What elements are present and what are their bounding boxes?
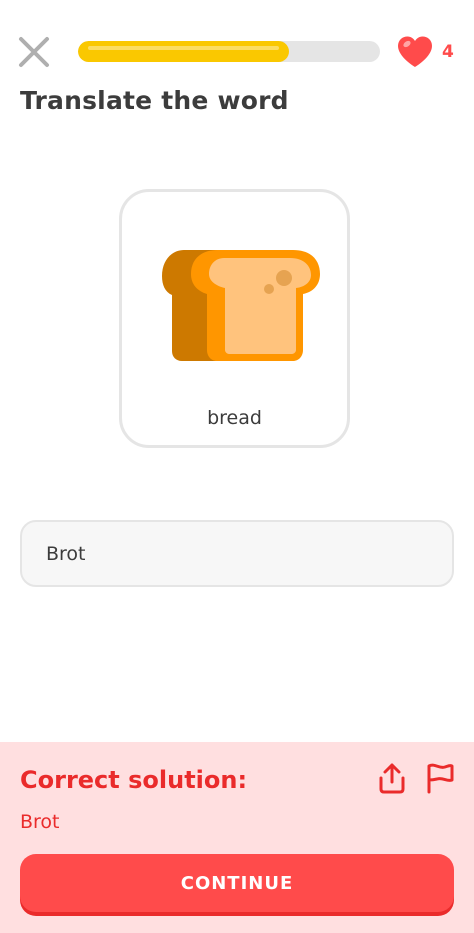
word-card[interactable]: bread [119,189,350,448]
bread-icon [162,250,320,361]
report-button[interactable] [425,762,455,794]
feedback-title: Correct solution: [20,766,248,794]
lesson-progress-bar [78,41,380,62]
flag-icon [427,763,454,794]
hearts-counter[interactable]: 4 [396,34,454,70]
share-icon [379,763,405,794]
feedback-panel: Correct solution: Brot CONTINUE [0,742,474,933]
lesson-progress-highlight [88,46,280,50]
answer-text: Brot [46,542,86,565]
close-button[interactable] [16,34,52,70]
continue-button[interactable]: CONTINUE [20,854,454,912]
top-bar: 4 [0,0,474,90]
close-icon [19,37,49,67]
word-label: bread [207,407,262,429]
prompt-title: Translate the word [20,86,289,115]
correct-solution-text: Brot [20,811,60,833]
heart-icon [398,36,432,67]
lesson-progress-fill [78,41,290,62]
answer-input[interactable]: Brot [20,520,454,587]
share-button[interactable] [377,762,407,794]
hearts-count: 4 [442,42,454,62]
